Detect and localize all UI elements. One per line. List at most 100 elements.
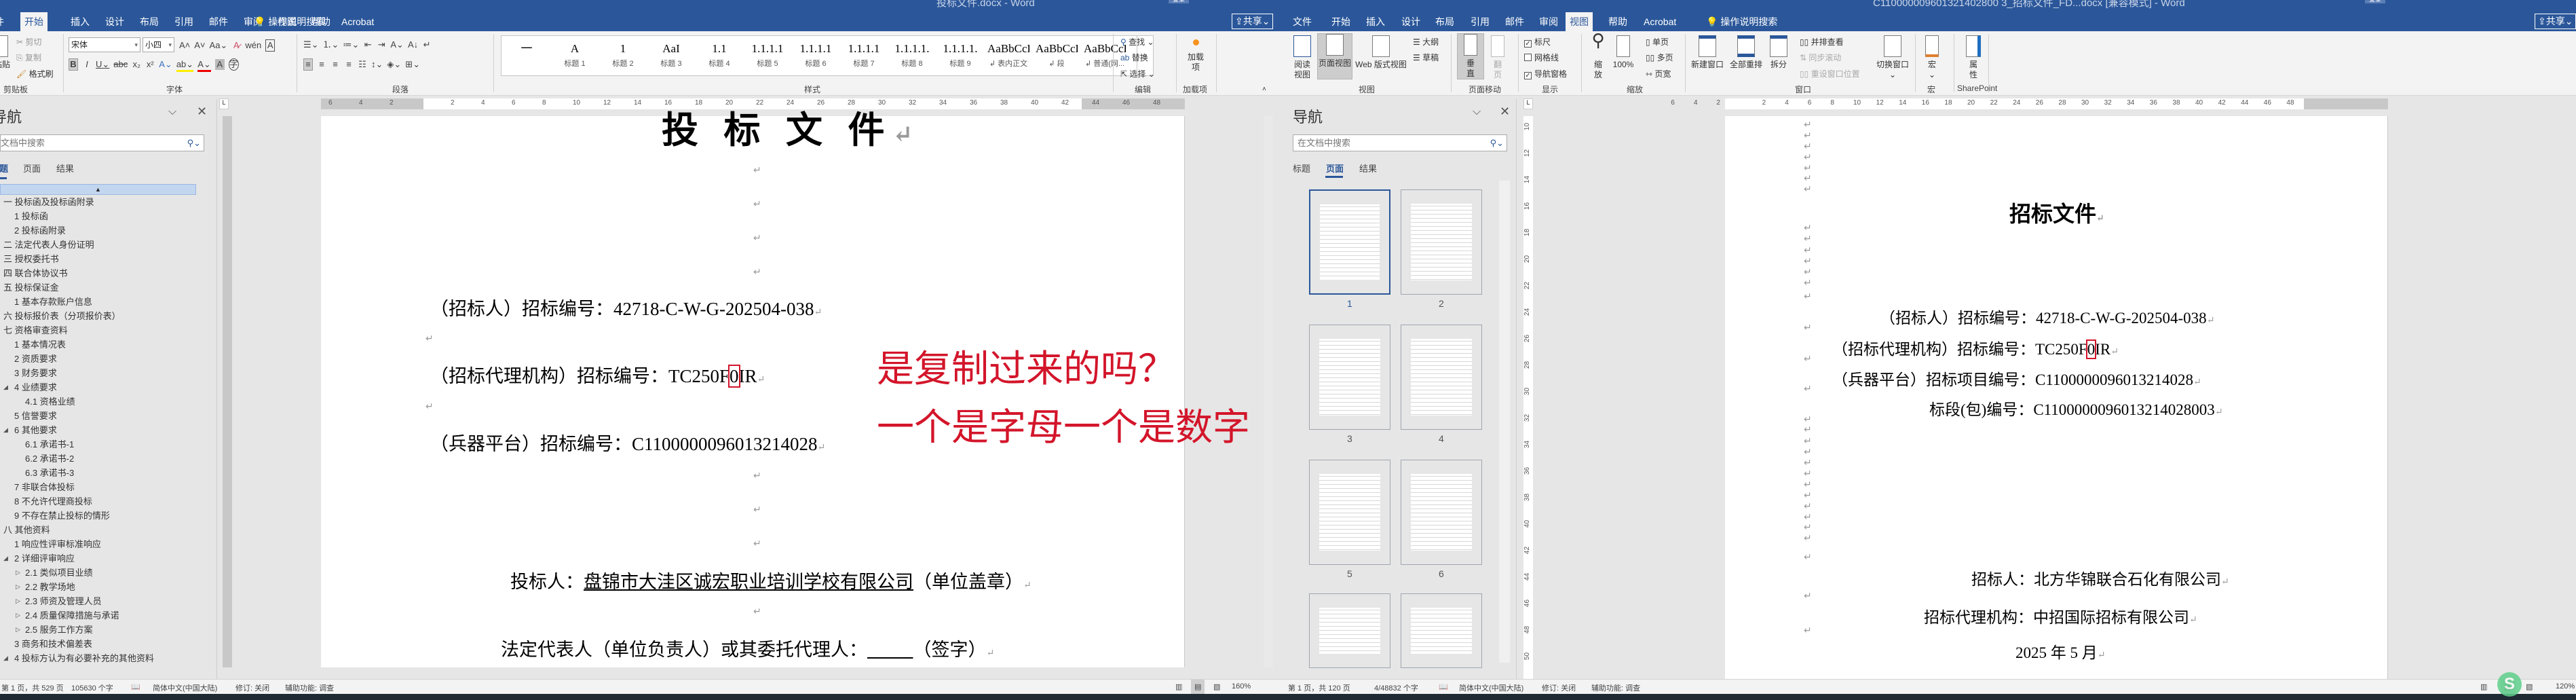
style-item[interactable]: 一 bbox=[506, 40, 548, 58]
chinese-layout-icon[interactable]: A⌄ bbox=[390, 39, 404, 50]
sync-scroll-button[interactable]: ⇅ 同步滚动 bbox=[1800, 52, 1841, 63]
split-button[interactable]: 拆分 bbox=[1767, 35, 1790, 70]
read-mode-button[interactable]: 阅读视图 bbox=[1291, 35, 1314, 80]
outline-item[interactable]: 3 财务要求 bbox=[14, 366, 57, 380]
style-item[interactable]: 1.1.1.1 标题 7 bbox=[843, 40, 885, 69]
style-item[interactable]: AaBbCcDdE ↲ 段 bbox=[1036, 40, 1078, 69]
outline-item[interactable]: 6.1 承诺书-1 bbox=[25, 437, 74, 452]
outline-item[interactable]: ▷ 2.5 服务工作方案 bbox=[16, 623, 93, 637]
accessibility[interactable]: 辅助功能: 调查 bbox=[1591, 682, 1640, 693]
tab-results[interactable]: 结果 bbox=[56, 162, 74, 174]
login-button[interactable]: 登录 bbox=[2365, 0, 2385, 3]
search-icon[interactable]: ⚲⌄ bbox=[187, 135, 201, 151]
underline-icon[interactable]: U⌄ bbox=[96, 59, 109, 70]
close-icon[interactable]: ✕ bbox=[1500, 105, 1510, 119]
web-layout-button[interactable]: Web 版式视图 bbox=[1354, 35, 1408, 70]
tab-0[interactable]: 文件 bbox=[1289, 12, 1316, 31]
draft-button[interactable]: ☰ 草稿 bbox=[1413, 52, 1439, 63]
tab-headings[interactable]: 标题 bbox=[0, 162, 8, 174]
page-thumbnail[interactable] bbox=[1401, 325, 1482, 430]
tab-10[interactable]: Acrobat bbox=[1640, 12, 1680, 31]
read-mode-icon[interactable]: ▥ bbox=[1175, 682, 1182, 691]
page-thumbnail[interactable] bbox=[1309, 189, 1390, 295]
style-item[interactable]: 1.1 标题 4 bbox=[698, 40, 740, 69]
collapsed-triangle-icon[interactable]: ▷ bbox=[16, 623, 20, 637]
print-layout-icon[interactable]: ▤ bbox=[1191, 680, 1205, 694]
tab-8[interactable]: 视图 bbox=[1566, 12, 1593, 31]
font-color-icon[interactable]: A⌄ bbox=[197, 59, 211, 72]
tab-6[interactable]: 邮件 bbox=[205, 12, 232, 31]
outline-item[interactable]: 五 投标保证金 bbox=[3, 280, 59, 295]
outline-item[interactable]: 四 联合体协议书 bbox=[3, 266, 68, 280]
outline-item[interactable]: 三 授权委托书 bbox=[3, 252, 59, 266]
switch-windows-button[interactable]: 切换窗口 ⌄ bbox=[1873, 35, 1912, 80]
collapse-ribbon-icon[interactable]: ˄ bbox=[1262, 86, 1266, 93]
vertical-ruler[interactable] bbox=[223, 116, 232, 667]
outline-item[interactable]: 6.3 承诺书-3 bbox=[25, 466, 74, 480]
expanded-triangle-icon[interactable]: ◢ bbox=[3, 651, 8, 665]
enclose-char-icon[interactable]: 字 bbox=[228, 58, 239, 71]
web-layout-icon[interactable]: ▧ bbox=[2526, 682, 2533, 691]
addins-button[interactable]: 加载项 bbox=[1182, 35, 1209, 73]
outline-item[interactable]: 7 非联合体投标 bbox=[14, 480, 75, 494]
outline-item[interactable]: 1 响应性评审标准响应 bbox=[14, 537, 101, 551]
outline-item[interactable]: 2 资质要求 bbox=[14, 352, 57, 366]
bullets-icon[interactable]: ☰⌄ bbox=[303, 39, 319, 50]
outline-item[interactable]: 3 商务和技术偏差表 bbox=[14, 637, 92, 651]
tab-0[interactable]: 件 bbox=[0, 12, 8, 31]
nav-pane-checkbox[interactable]: ✓ 导航窗格 bbox=[1524, 69, 1567, 79]
expanded-triangle-icon[interactable]: ◢ bbox=[3, 551, 8, 566]
style-item[interactable]: A 标题 1 bbox=[554, 40, 596, 69]
superscript-icon[interactable]: x² bbox=[145, 59, 155, 70]
page-count[interactable]: 第 1 页，共 529 页 bbox=[1, 682, 64, 693]
outline-item[interactable]: 八 其他资料 bbox=[3, 523, 50, 537]
cut-button[interactable]: ✂ 剪切 bbox=[16, 37, 41, 48]
outline-item[interactable]: ▷ 2.3 师资及管理人员 bbox=[16, 594, 102, 608]
tab-2[interactable]: 插入 bbox=[67, 12, 94, 31]
tab-2[interactable]: 插入 bbox=[1362, 12, 1389, 31]
outline-item[interactable]: ◢ 4 投标方认为有必要补充的其他资料 bbox=[3, 651, 154, 665]
line-spacing-icon[interactable]: ↕⌄ bbox=[371, 59, 383, 70]
show-marks-icon[interactable]: ↵ bbox=[422, 39, 432, 50]
tab-3[interactable]: 设计 bbox=[101, 12, 128, 31]
vertical-scrollbar[interactable] bbox=[1264, 116, 1273, 667]
outline-item[interactable]: ▷ 2.2 教学场地 bbox=[16, 580, 75, 594]
tab-5[interactable]: 引用 bbox=[1466, 12, 1494, 31]
search-icon[interactable]: ⚲⌄ bbox=[1490, 135, 1504, 151]
ruler-checkbox[interactable]: ✓ 标尺 bbox=[1524, 37, 1551, 48]
grow-font-icon[interactable]: A˄ bbox=[179, 40, 190, 51]
align-center-icon[interactable]: ≡ bbox=[317, 59, 326, 70]
font-name-select[interactable]: 宋体 bbox=[69, 37, 140, 52]
language[interactable]: 简体中文(中国大陆) bbox=[1459, 682, 1523, 693]
page-count[interactable]: 第 1 页，共 120 页 bbox=[1288, 682, 1350, 693]
style-item[interactable]: AaBbCcDdE ↲ 表内正文 bbox=[987, 40, 1029, 69]
char-border-icon[interactable]: A bbox=[265, 39, 276, 52]
tab-5[interactable]: 引用 bbox=[170, 12, 197, 31]
find-button[interactable]: ⚲ 查找 ⌄ bbox=[1120, 37, 1154, 48]
nav-options-chevron-icon[interactable]: ⌵ bbox=[1473, 106, 1481, 118]
outline-button[interactable]: ☰ 大纲 bbox=[1413, 37, 1439, 48]
outline-item[interactable]: 七 资格审查资料 bbox=[3, 323, 68, 337]
tab-1[interactable]: 开始 bbox=[20, 12, 48, 31]
outline-item[interactable]: 六 投标报价表（分项报价表） bbox=[3, 309, 121, 323]
italic-icon[interactable]: I bbox=[82, 59, 92, 70]
proofing-icon[interactable]: 📖 bbox=[1439, 682, 1448, 691]
print-layout-button[interactable]: 页面视图 bbox=[1317, 33, 1352, 79]
zoom-level[interactable]: 160% bbox=[1232, 682, 1251, 690]
thumbnails-scrollbar[interactable] bbox=[1499, 181, 1510, 663]
outline-item[interactable]: 1 基本情况表 bbox=[14, 337, 66, 352]
numbering-icon[interactable]: ⒈⌄ bbox=[323, 39, 339, 50]
track-changes[interactable]: 修订: 关闭 bbox=[235, 682, 269, 693]
multilevel-list-icon[interactable]: ≔⌄ bbox=[343, 39, 359, 50]
side-to-side-button[interactable]: 翻页 bbox=[1488, 35, 1508, 80]
subscript-icon[interactable]: x₂ bbox=[132, 59, 141, 70]
horizontal-ruler[interactable]: 6 4 2 2 4 6 8 10 12 14 16 18 20 22 24 26 28 30 32 34 36 38 40 4… bbox=[1671, 98, 2388, 109]
collapse-all-bar[interactable]: ▲ bbox=[0, 184, 196, 195]
select-button[interactable]: ⇱ 选择 ⌄ bbox=[1120, 69, 1155, 79]
style-item[interactable]: AaI 标题 3 bbox=[650, 40, 692, 69]
track-changes[interactable]: 修订: 关闭 bbox=[1542, 682, 1576, 693]
arrange-all-button[interactable]: 全部重排 bbox=[1728, 35, 1764, 70]
tab-7[interactable]: 审阅 bbox=[1535, 12, 1562, 31]
share-button[interactable]: ⇪共享⌄ bbox=[1232, 14, 1274, 29]
page-thumbnail[interactable] bbox=[1309, 460, 1390, 565]
